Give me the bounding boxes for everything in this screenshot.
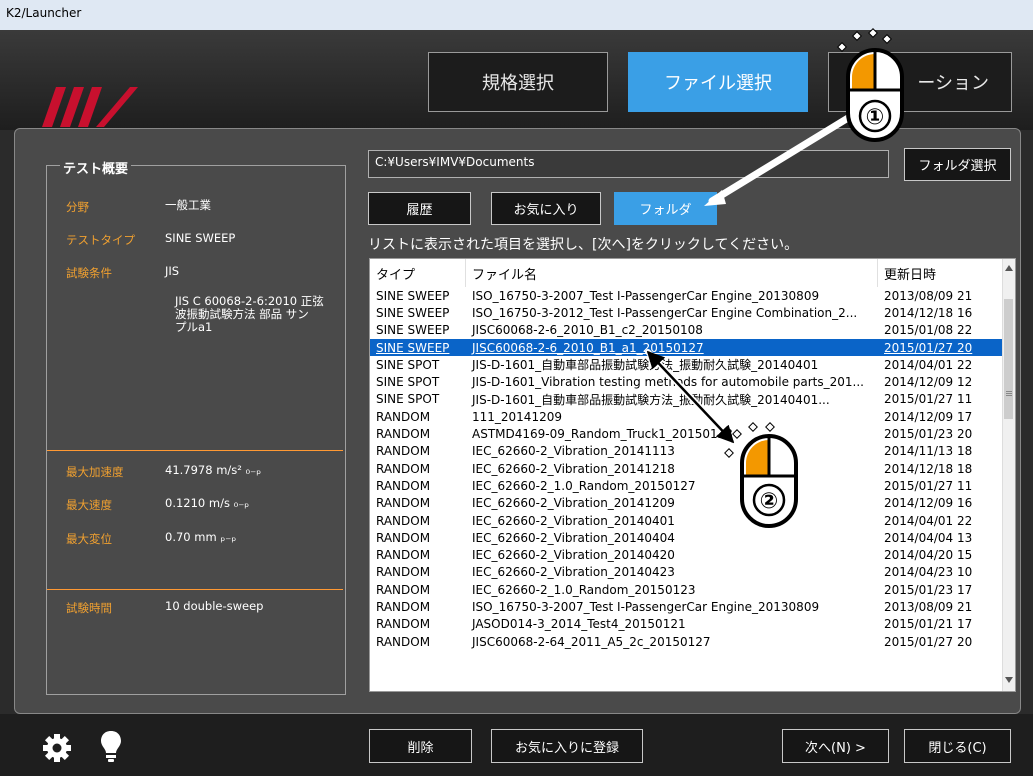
svg-text:②: ② [760,489,779,514]
callout-overlay: ① ② [645,28,904,528]
mouse-double-click-icon: ② [724,422,798,528]
mouse-left-click-icon: ① [837,28,904,142]
svg-text:①: ① [866,105,885,130]
